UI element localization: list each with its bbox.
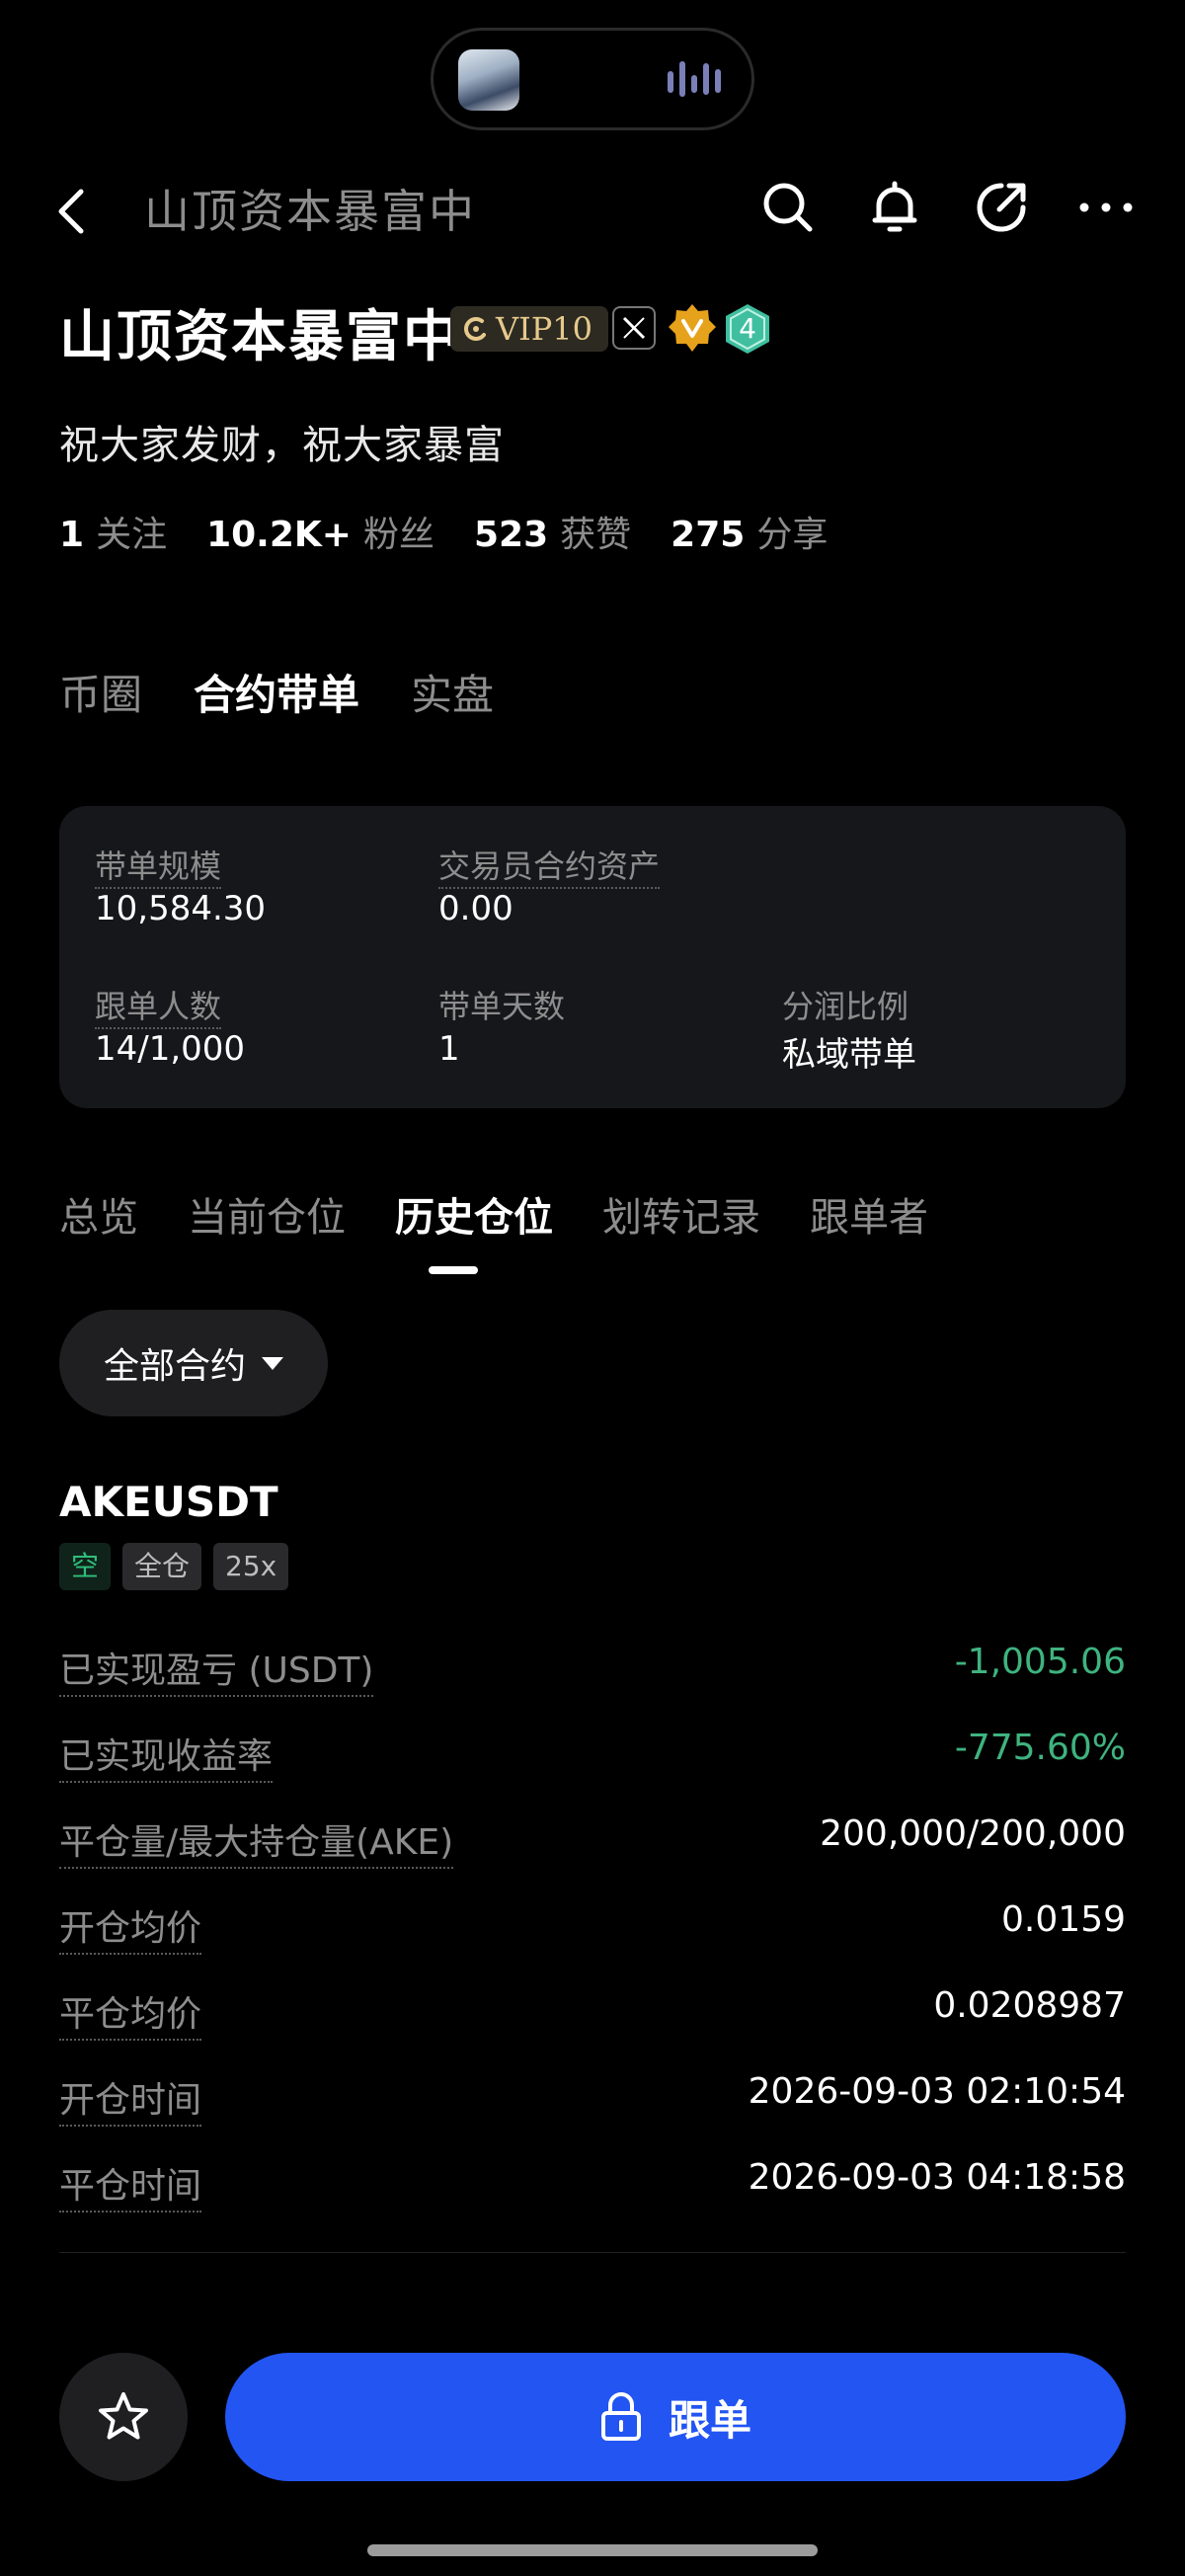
close-avg-price-value: 0.0208987 <box>933 1985 1126 2026</box>
assets-label-wrap: 交易员合约资产 <box>438 842 661 889</box>
caret-down-icon <box>262 1356 283 1370</box>
profit-share-value: 私域带单 <box>782 1035 916 1075</box>
vip-icon <box>464 317 486 341</box>
position-tags: 空 全仓 25x <box>59 1543 289 1590</box>
followers-label[interactable]: 跟单人数 <box>95 988 222 1029</box>
open-avg-price-value: 0.0159 <box>1001 1899 1126 1940</box>
category-tabs: 币圈 合约带单 实盘 <box>59 662 494 722</box>
more-icon[interactable] <box>1076 178 1136 237</box>
stat-likes: 523 获赞 <box>473 515 632 555</box>
share-label-wrap: 分润比例 <box>782 982 908 1027</box>
close-time-value: 2026-09-03 04:18:58 <box>748 2157 1126 2198</box>
active-tab-indicator <box>429 1266 478 1274</box>
followers-label-wrap: 跟单人数 <box>95 982 222 1029</box>
realized-roi-value: -775.60% <box>954 1728 1126 1768</box>
header-title: 山顶资本暴富中 <box>144 185 476 238</box>
copy-trade-button[interactable]: 跟单 <box>225 2353 1126 2481</box>
realized-pnl-value: -1,005.06 <box>954 1642 1126 1682</box>
assets-label[interactable]: 交易员合约资产 <box>438 847 661 889</box>
verified-v-icon <box>668 302 717 354</box>
star-icon <box>99 2392 148 2440</box>
tag-leverage: 25x <box>213 1543 289 1590</box>
realized-roi-label[interactable]: 已实现收益率 <box>59 1728 274 1783</box>
x-icon[interactable] <box>612 306 656 350</box>
contract-filter-dropdown[interactable]: 全部合约 <box>59 1310 328 1416</box>
days-label-wrap: 带单天数 <box>438 982 565 1027</box>
tab-coin-circle[interactable]: 币圈 <box>59 662 142 722</box>
scale-label-wrap: 带单规模 <box>95 842 222 889</box>
divider <box>59 2252 1126 2253</box>
open-time-value: 2026-09-03 02:10:54 <box>748 2071 1126 2112</box>
tab-current-positions[interactable]: 当前仓位 <box>188 1185 346 1243</box>
open-time-label[interactable]: 开仓时间 <box>59 2071 202 2127</box>
tab-followers[interactable]: 跟单者 <box>810 1185 928 1243</box>
stat-following[interactable]: 1 关注 <box>59 506 167 557</box>
followers-value: 14/1,000 <box>95 1029 246 1069</box>
assets-value: 0.00 <box>438 889 514 928</box>
bell-icon[interactable] <box>865 178 924 237</box>
audio-wave-icon <box>668 57 727 103</box>
copy-trade-label: 跟单 <box>668 2395 751 2445</box>
position-tabs: 总览 当前仓位 历史仓位 划转记录 跟单者 <box>59 1185 928 1243</box>
tag-margin-mode: 全仓 <box>122 1543 202 1590</box>
realized-pnl-label[interactable]: 已实现盈亏 (USDT) <box>59 1642 374 1697</box>
scale-label[interactable]: 带单规模 <box>95 847 222 889</box>
profile-stats: 1 关注 10.2K+ 粉丝 523 获赞 275 分享 <box>59 506 828 557</box>
position-pair: AKEUSDT <box>59 1478 278 1526</box>
days-label: 带单天数 <box>438 988 566 1025</box>
level-badge-icon: 4 <box>723 302 772 356</box>
tab-overview[interactable]: 总览 <box>59 1185 138 1243</box>
back-icon[interactable] <box>51 184 95 239</box>
stat-shares: 275 分享 <box>671 515 829 555</box>
vip-badge[interactable]: VIP10 <box>450 306 608 352</box>
search-icon[interactable] <box>758 178 818 237</box>
close-time-label[interactable]: 平仓时间 <box>59 2157 202 2213</box>
days-value: 1 <box>438 1029 460 1069</box>
stat-fans[interactable]: 10.2K+ 粉丝 <box>206 506 434 557</box>
profile-name: 山顶资本暴富中 <box>59 305 460 369</box>
close-volume-value: 200,000/200,000 <box>820 1813 1126 1854</box>
tag-direction: 空 <box>59 1543 112 1590</box>
tab-history-positions[interactable]: 历史仓位 <box>395 1185 553 1243</box>
share-icon[interactable] <box>972 178 1031 237</box>
scale-value: 10,584.30 <box>95 889 267 928</box>
tab-live-trading[interactable]: 实盘 <box>411 662 494 722</box>
now-playing-artwork[interactable] <box>458 49 519 111</box>
filter-label: 全部合约 <box>103 1346 246 1387</box>
tab-transfer-records[interactable]: 划转记录 <box>602 1185 760 1243</box>
close-volume-label[interactable]: 平仓量/最大持仓量(AKE) <box>59 1813 454 1869</box>
home-indicator[interactable] <box>367 2544 818 2556</box>
profit-share-label: 分润比例 <box>782 988 909 1025</box>
vip-label: VIP10 <box>496 310 592 348</box>
open-avg-price-label[interactable]: 开仓均价 <box>59 1899 202 1955</box>
tab-copy-trading[interactable]: 合约带单 <box>194 662 359 722</box>
profile-bio: 祝大家发财，祝大家暴富 <box>59 423 505 468</box>
level-number: 4 <box>739 312 756 345</box>
close-avg-price-label[interactable]: 平仓均价 <box>59 1985 202 2041</box>
favorite-button[interactable] <box>59 2353 188 2481</box>
lock-icon <box>600 2392 641 2441</box>
